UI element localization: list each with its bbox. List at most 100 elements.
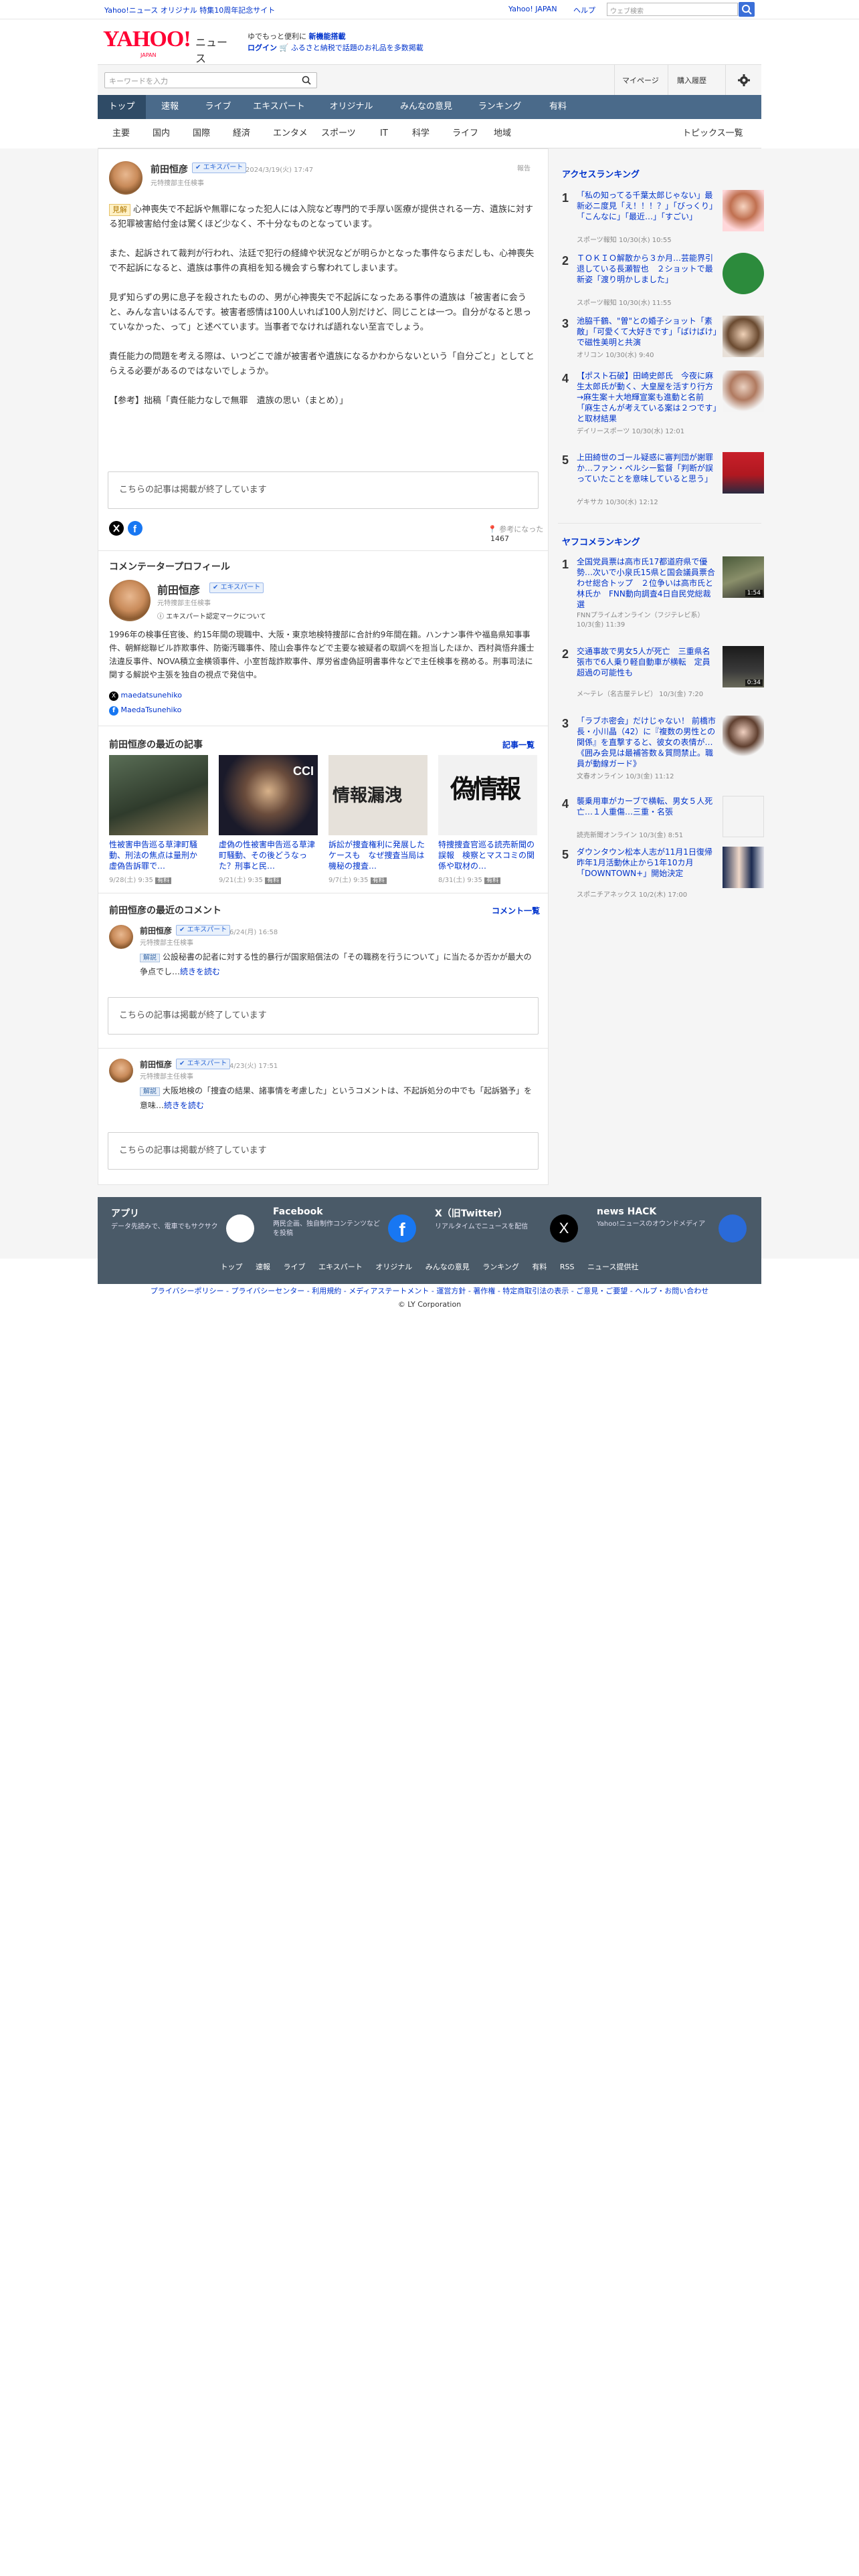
- mypage-link[interactable]: マイページ: [622, 75, 659, 86]
- nav-tab-top[interactable]: トップ: [98, 95, 146, 119]
- author-name[interactable]: 前田恒彦: [140, 925, 172, 936]
- legal-links[interactable]: プライバシーポリシー - プライバシーセンター - 利用規約 - メディアステー…: [98, 1285, 761, 1296]
- yahoo-japan-link[interactable]: Yahoo! JAPAN: [508, 5, 557, 13]
- ranking-item[interactable]: 3 「ラブホ密会」だけじゃない！ 前橋市長・小川晶（42）に『複数の男性との関係…: [562, 716, 764, 789]
- ranking-item[interactable]: 5 上田綺世のゴール疑惑に審判団が謝罪か…ファン・ペルシー監督「判断が誤っていた…: [562, 452, 764, 512]
- ranking-item[interactable]: 4 【ポスト石破】田崎史郎氏 今夜に麻生太郎氏が動く、大皇屋を活すり行方→麻生案…: [562, 370, 764, 437]
- help-link[interactable]: ヘルプ: [573, 5, 595, 15]
- article-ended-box[interactable]: こちらの記事は掲載が終了しています: [108, 1132, 539, 1170]
- footer-link[interactable]: 有料: [532, 1263, 547, 1271]
- ranking-item[interactable]: 1 「私の知ってる千葉太郎じゃない」最新必ニ度見「え！！！？」「びっくり」「こん…: [562, 190, 764, 244]
- footer-newshack-link[interactable]: news HACK Yahoo!ニュースのオウンドメディア: [597, 1206, 751, 1249]
- article-thumbnail[interactable]: CCI: [219, 755, 318, 835]
- avatar[interactable]: [109, 925, 133, 949]
- footer-app-link[interactable]: アプリ データ先読みで、電車でもサクサク: [111, 1206, 258, 1249]
- profile-x-link[interactable]: X maedatsunehiko: [109, 691, 182, 701]
- footer-link[interactable]: ニュース提供社: [587, 1263, 638, 1271]
- x-logo-icon: X: [109, 691, 118, 701]
- news-search-button[interactable]: [298, 74, 314, 86]
- reference-link[interactable]: 【参考】拙稿「責任能力なしで無罪 遺族の思い（まとめ）」: [109, 394, 537, 409]
- article-thumbnail[interactable]: 偽情報: [438, 755, 537, 835]
- expert-badge: ✔ エキスパート: [176, 925, 231, 936]
- footer-link[interactable]: ライブ: [284, 1263, 306, 1271]
- report-link[interactable]: 報告: [517, 163, 531, 173]
- footer-link[interactable]: オリジナル: [375, 1263, 412, 1271]
- footer-link[interactable]: エキスパート: [318, 1263, 363, 1271]
- nav-tab-opinion[interactable]: みんなの意見: [387, 95, 466, 119]
- ranking-thumbnail: [723, 796, 764, 837]
- nav-tab-breaking[interactable]: 速報: [146, 95, 194, 119]
- nav-tab-original[interactable]: オリジナル: [316, 95, 387, 119]
- article-thumbnail[interactable]: 情報漏洩: [328, 755, 427, 835]
- footer-link[interactable]: トップ: [221, 1263, 243, 1271]
- ranking-item[interactable]: 3 池脇千鶴、"曽"との婚子ショット「素敵」「可愛くて大好きです」「ばけばけ」で…: [562, 316, 764, 369]
- subnav-domestic[interactable]: 国内: [153, 119, 170, 148]
- share-facebook-button[interactable]: f: [128, 521, 142, 536]
- purchase-history-link[interactable]: 購入履歴: [677, 75, 706, 86]
- subnav-science[interactable]: 科学: [412, 119, 430, 148]
- article-title[interactable]: 特捜捜査官巡る読売新聞の誤報 検察とマスコミの関係や取材の…: [438, 839, 537, 871]
- copyright: © LY Corporation: [397, 1300, 462, 1309]
- web-search-input[interactable]: ウェブ検索: [607, 3, 738, 16]
- ranking-item[interactable]: 5 ダウンタウン松本人志が11月1日復帰 昨年1月活動休止から1年10カ月「DO…: [562, 847, 764, 907]
- helpful-button[interactable]: 📍 参考になった 1467: [488, 524, 548, 543]
- article-title[interactable]: 訴訟が捜査権利に発展したケースも なぜ捜査当局は機秘の捜査…: [328, 839, 427, 871]
- article-title[interactable]: 性被害申告巡る草津町騒動、刑法の焦点は量刑か 虚偽告訴罪で…: [109, 839, 208, 871]
- nav-tab-paid[interactable]: 有料: [534, 95, 582, 119]
- subnav-topics-list[interactable]: トピックス一覧: [682, 119, 743, 148]
- tagline-link[interactable]: Yahoo!ニュース オリジナル 特集10周年記念サイト: [104, 5, 275, 15]
- news-search-input[interactable]: キーワードを入力: [104, 72, 317, 88]
- footer-x-link[interactable]: X（旧Twitter） リアルタイムでニュースを配信 X: [435, 1206, 582, 1249]
- share-x-button[interactable]: [109, 521, 124, 536]
- access-ranking-heading[interactable]: アクセスランキング: [562, 167, 640, 180]
- articles-more-link[interactable]: 記事一覧: [502, 739, 535, 750]
- article-ended-box[interactable]: こちらの記事は掲載が終了しています: [108, 471, 539, 509]
- subnav-local[interactable]: 地域: [494, 119, 511, 148]
- nav-tab-ranking[interactable]: ランキング: [466, 95, 534, 119]
- login-link[interactable]: ログイン: [248, 43, 277, 52]
- author-name[interactable]: 前田恒彦: [140, 1059, 172, 1070]
- subnav-sports[interactable]: スポーツ: [321, 119, 356, 148]
- expert-mark-link[interactable]: ⓘ エキスパート認定マークについて: [157, 611, 266, 621]
- ranking-thumbnail: [723, 190, 764, 231]
- author-name[interactable]: 前田恒彦: [151, 163, 188, 176]
- read-more-link[interactable]: 続きを読む: [164, 1101, 204, 1110]
- ranking-thumbnail: [723, 316, 764, 357]
- nav-tab-expert[interactable]: エキスパート: [242, 95, 316, 119]
- avatar[interactable]: [109, 1059, 133, 1083]
- comments-more-link[interactable]: コメント一覧: [492, 905, 540, 916]
- footer-link[interactable]: 速報: [256, 1263, 270, 1271]
- comment-excerpt: 解説 大阪地検の「捜査の結果、諸事情を考慮した」というコメントは、不起訴処分の中で…: [140, 1086, 533, 1110]
- subnav-life[interactable]: ライフ: [452, 119, 478, 148]
- article-thumbnail[interactable]: [109, 755, 208, 835]
- article-title[interactable]: 虚偽の性被害申告巡る草津町騒動、その後どうなった？刑事と民…: [219, 839, 318, 871]
- avatar[interactable]: [109, 161, 142, 195]
- footer-link[interactable]: RSS: [560, 1263, 575, 1271]
- subnav-major[interactable]: 主要: [112, 119, 130, 148]
- ranking-item[interactable]: 2 交通事故で男女5人が死亡 三重県名張市で6人乗り軽自動車が横転 定員超過の可…: [562, 646, 764, 706]
- read-more-link[interactable]: 続きを読む: [180, 967, 220, 976]
- article-ended-box[interactable]: こちらの記事は掲載が終了しています: [108, 997, 539, 1035]
- profile-fb-link[interactable]: f MaedaTsunehiko: [109, 706, 181, 716]
- settings-button[interactable]: [737, 74, 751, 87]
- ranking-item[interactable]: 4 襲乗用車がカーブで横転、男女５人死亡…１人重傷…三重・名張 読売新聞オンライ…: [562, 796, 764, 847]
- search-icon: [302, 76, 311, 85]
- web-search-button[interactable]: [739, 2, 755, 17]
- subnav-entertainment[interactable]: エンタメ: [273, 119, 308, 148]
- main-nav: トップ 速報 ライブ エキスパート オリジナル みんなの意見 ランキング 有料: [98, 95, 761, 119]
- nav-tab-live[interactable]: ライブ: [194, 95, 242, 119]
- footer-link[interactable]: ランキング: [482, 1263, 519, 1271]
- divider: [614, 65, 615, 96]
- subnav-economy[interactable]: 経済: [233, 119, 250, 148]
- subnav-it[interactable]: IT: [380, 119, 388, 148]
- ranking-item[interactable]: 2 ＴＯＫＩＯ解散から３か月…芸能界引退している長瀬智也 ２ショットで最新姿「渡…: [562, 253, 764, 307]
- subnav-world[interactable]: 国際: [193, 119, 210, 148]
- promo-new-feature-link[interactable]: 新機能搭載: [309, 32, 346, 41]
- footer-link[interactable]: みんなの意見: [425, 1263, 470, 1271]
- yafuko-ranking-heading[interactable]: ヤフコメランキング: [562, 535, 640, 548]
- top-bar: Yahoo!ニュース オリジナル 特集10周年記念サイト Yahoo! JAPA…: [0, 0, 859, 19]
- footer-facebook-link[interactable]: Facebook 两民企画、独自制作コンテンツなどを投稿 f: [273, 1206, 420, 1249]
- furusato-link[interactable]: ふるさと納税で話題のお礼品を多数掲載: [291, 43, 423, 52]
- yahoo-news-logo[interactable]: YAHOO! JAPAN ニュース: [103, 27, 237, 65]
- ranking-item[interactable]: 1 全国党員票は高市氏17都道府県で優勢…次いで小泉氏15県と国会議員票合わせ総…: [562, 556, 764, 630]
